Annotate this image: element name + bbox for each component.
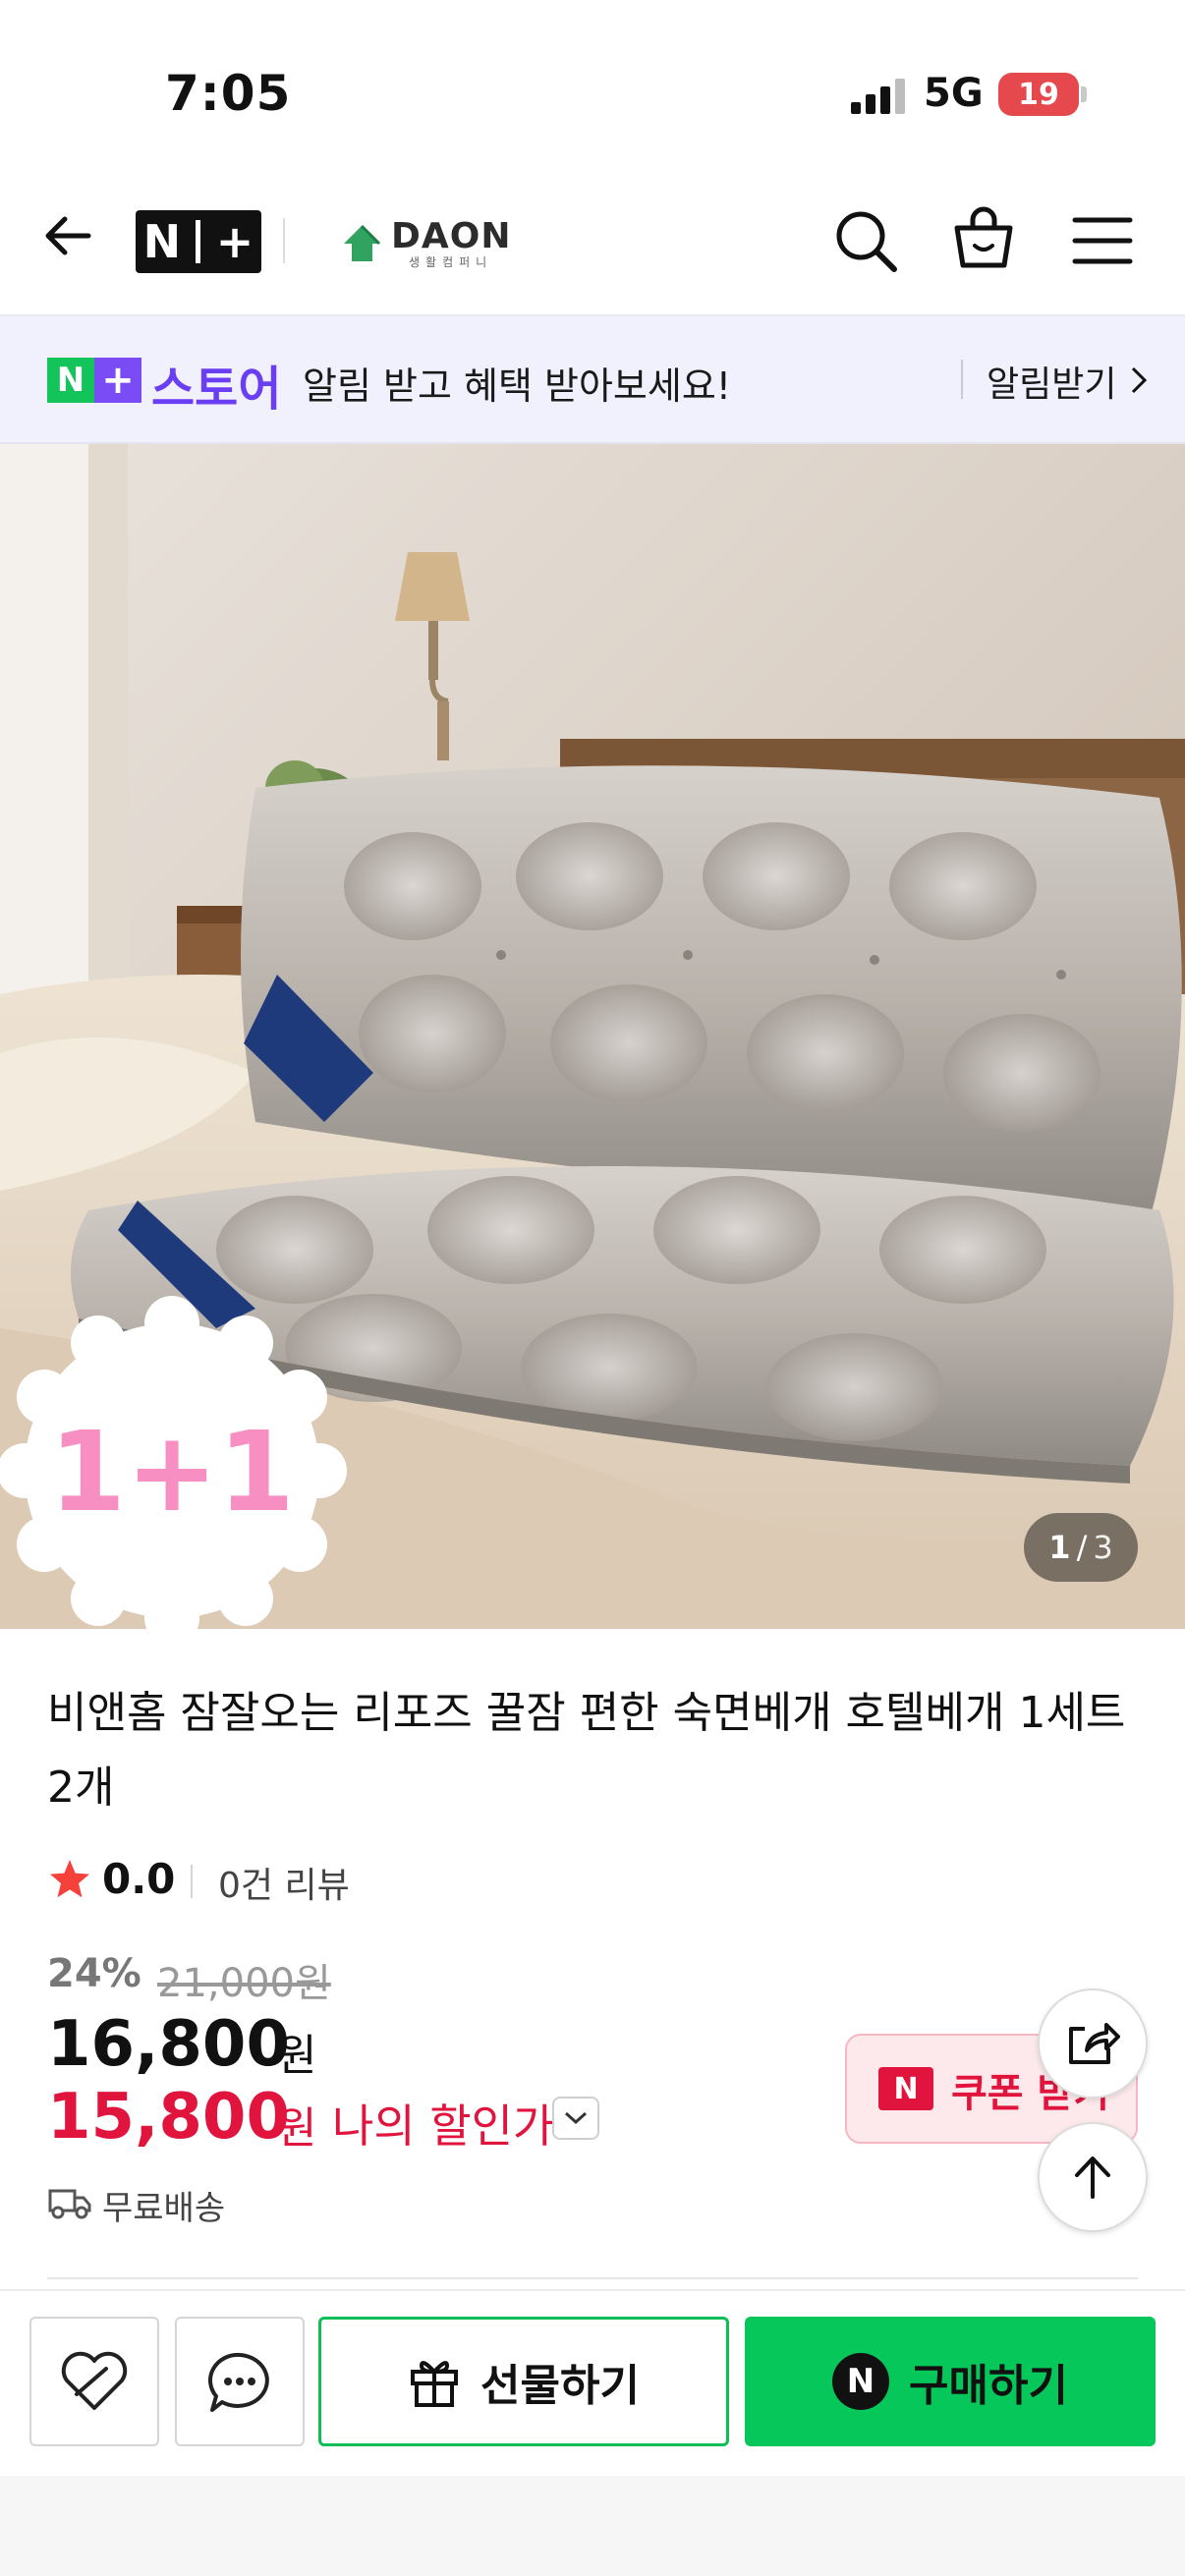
share-icon <box>1069 2023 1120 2064</box>
promo-badge-text: 1+1 <box>49 1409 295 1537</box>
brand-logo-text: DAON <box>391 216 512 256</box>
talk-talk-button[interactable] <box>175 2317 305 2446</box>
product-photo: 1+1 <box>0 444 1185 1629</box>
my-price-expand-button[interactable] <box>552 2097 599 2140</box>
sale-price-unit: 원 <box>277 2031 317 2081</box>
sale-price: 16,800 <box>47 2008 290 2081</box>
battery-tip <box>1081 86 1087 102</box>
buy-label: 구매하기 <box>909 2361 1068 2411</box>
gift-button[interactable]: 선물하기 <box>318 2317 729 2446</box>
image-counter-current: 1 <box>1048 1529 1071 1566</box>
status-time: 7:05 <box>165 65 292 122</box>
star-icon <box>50 1860 89 1898</box>
image-counter-separator: / <box>1076 1529 1088 1566</box>
section-divider <box>47 2277 1138 2279</box>
shipping-info: 무료배송 <box>102 2189 226 2228</box>
buy-button[interactable]: N 구매하기 <box>745 2317 1156 2446</box>
battery-indicator: 19 <box>998 73 1079 116</box>
heart-icon <box>61 2351 128 2410</box>
rating-separator <box>191 1865 193 1898</box>
my-discount-price: 15,800 <box>47 2081 290 2154</box>
chevron-right-icon <box>1131 366 1148 394</box>
house-icon <box>344 224 381 261</box>
product-title: 비앤홈 잠잘오는 리포즈 꿀잠 편한 숙면베개 호텔베개 1세트 2개 <box>47 1688 1126 1813</box>
signal-icon <box>851 79 905 114</box>
nplus-n: N <box>142 215 182 268</box>
brand-logo-sub: 생활컴퍼니 <box>409 255 493 269</box>
home-indicator-area <box>0 2476 1185 2576</box>
nplus-store-n: N <box>47 358 94 403</box>
nplus-store-logo: N + <box>47 358 141 403</box>
naver-pay-icon: N <box>832 2353 890 2410</box>
my-discount-label: 나의 할인가 <box>332 2100 555 2153</box>
header-separator <box>283 218 285 263</box>
my-discount-price-unit: 원 <box>277 2103 317 2154</box>
review-count-link[interactable]: 0건 리뷰 <box>218 1857 350 1908</box>
arrow-up-icon <box>1075 2156 1110 2199</box>
gift-icon <box>411 2361 459 2407</box>
chat-bubble-icon <box>208 2352 269 2412</box>
menu-icon[interactable] <box>1071 212 1134 269</box>
nplus-plus: + <box>215 215 254 268</box>
nplus-divider <box>196 220 201 263</box>
share-button[interactable] <box>1038 1988 1148 2099</box>
store-label: 스토어 <box>151 362 282 417</box>
scroll-to-top-button[interactable] <box>1038 2122 1148 2232</box>
nplus-store-plus: + <box>94 358 141 403</box>
chevron-down-icon <box>564 2111 588 2125</box>
rating-value: 0.0 <box>102 1855 176 1903</box>
discount-rate: 24% <box>47 1951 141 1996</box>
image-counter: 1 / 3 <box>1024 1513 1138 1582</box>
image-counter-total: 3 <box>1093 1529 1113 1566</box>
product-image-carousel[interactable]: 1+1 <box>0 444 1185 1629</box>
wishlist-button[interactable] <box>29 2317 159 2446</box>
gift-label: 선물하기 <box>480 2361 640 2411</box>
nplus-logo[interactable]: N + <box>136 210 261 273</box>
status-bar: 7:05 5G 19 <box>0 0 1185 177</box>
network-type: 5G <box>924 71 984 116</box>
brand-logo[interactable]: DAON 생활컴퍼니 <box>340 214 510 269</box>
alert-message: 알림 받고 혜택 받아보세요! <box>303 364 732 408</box>
promo-separator <box>961 360 963 399</box>
alert-subscribe-button[interactable]: 알림받기 <box>987 356 1116 407</box>
shopping-bag-icon[interactable] <box>949 204 1018 273</box>
coupon-n-icon: N <box>878 2067 933 2110</box>
original-price: 21,000원 <box>157 1961 331 2006</box>
truck-icon <box>48 2189 91 2219</box>
battery-level: 19 <box>1018 77 1059 112</box>
back-arrow-icon[interactable] <box>39 206 98 265</box>
search-icon[interactable] <box>831 206 900 275</box>
